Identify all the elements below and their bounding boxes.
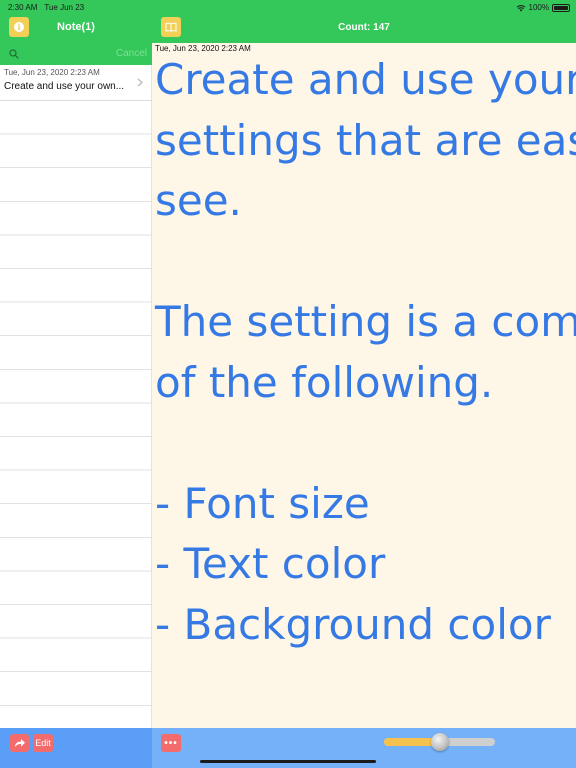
empty-list-rows	[0, 101, 152, 728]
status-bar-right: 100%	[516, 3, 570, 12]
note-item-date: Tue, Jun 23, 2020 2:23 AM	[4, 68, 100, 77]
search-input[interactable]	[24, 46, 114, 62]
note-item-preview: Create and use your own...	[4, 81, 125, 92]
wifi-icon	[516, 4, 525, 11]
slider-thumb[interactable]	[430, 733, 449, 751]
status-bar-left: 2:30 AM Tue Jun 23	[8, 3, 91, 12]
sidebar-footer: Edit	[0, 728, 152, 768]
more-icon: •••	[164, 737, 178, 749]
search-bar: Cancel	[0, 43, 152, 65]
note-editor: 100% Count: 147 Tue, Jun 23, 2020 2:23 A…	[152, 0, 576, 768]
status-date: Tue Jun 23	[44, 3, 85, 12]
sidebar: 2:30 AM Tue Jun 23 i Note(1) Cancel Tue, …	[0, 0, 152, 768]
share-icon	[14, 739, 25, 747]
battery-icon	[552, 3, 570, 12]
more-button[interactable]: •••	[161, 734, 181, 752]
character-count: Count: 147	[338, 22, 390, 33]
editor-header: 100% Count: 147	[152, 0, 576, 43]
font-size-slider[interactable]	[384, 733, 495, 751]
search-icon	[9, 49, 19, 59]
share-button[interactable]	[10, 734, 29, 752]
status-time: 2:30 AM	[8, 3, 38, 12]
list-item[interactable]: Tue, Jun 23, 2020 2:23 AM Create and use…	[0, 65, 152, 101]
note-list: Tue, Jun 23, 2020 2:23 AM Create and use…	[0, 65, 152, 101]
cancel-button[interactable]: Cancel	[116, 48, 147, 59]
chevron-right-icon	[137, 78, 143, 87]
sidebar-header: 2:30 AM Tue Jun 23 i Note(1)	[0, 0, 152, 43]
battery-percent: 100%	[528, 3, 549, 12]
home-indicator	[200, 760, 376, 763]
sidebar-title: Note(1)	[57, 21, 95, 33]
note-body-text[interactable]: Create and use your own settings that ar…	[155, 50, 576, 655]
edit-button[interactable]: Edit	[33, 734, 53, 752]
